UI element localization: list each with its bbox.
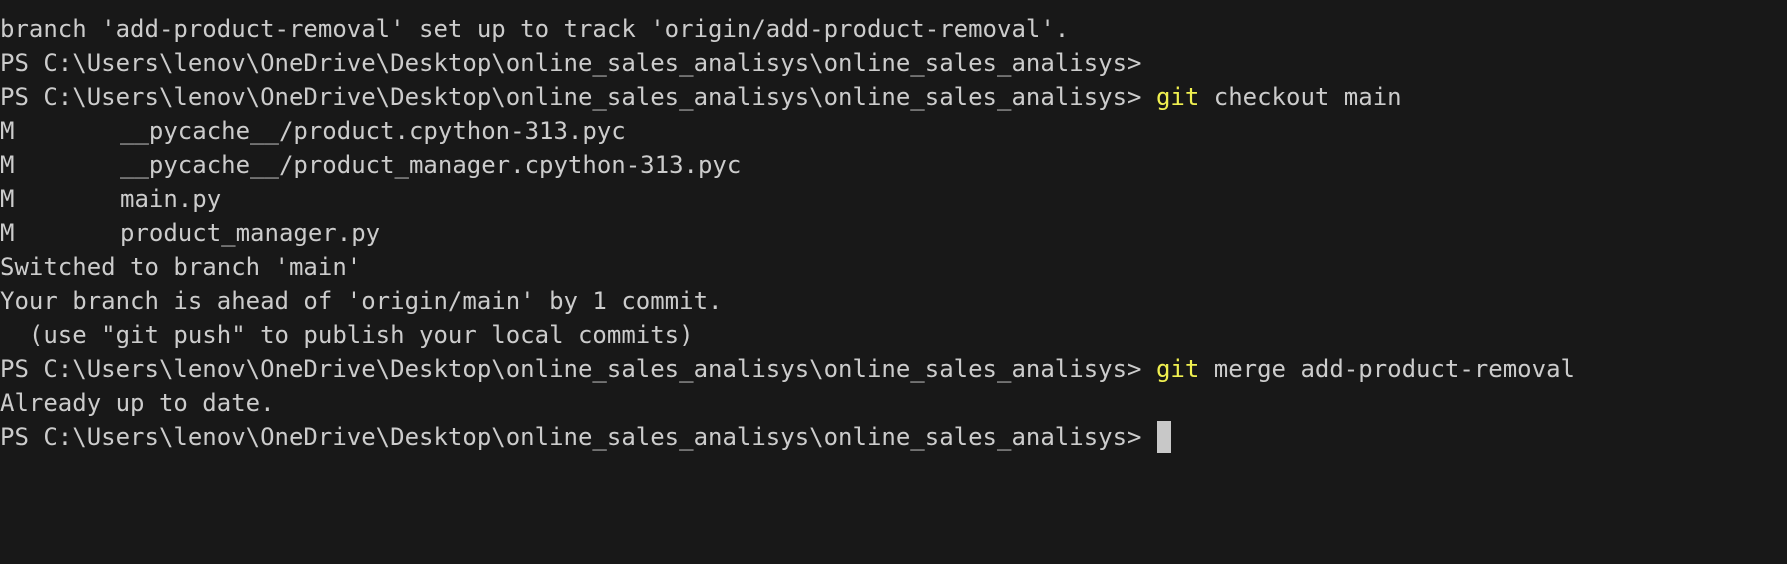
output-line: (use "git push" to publish your local co… — [0, 318, 1787, 352]
status-code: M — [0, 117, 15, 145]
prompt-path: PS C:\Users\lenov\OneDrive\Desktop\onlin… — [0, 83, 1156, 111]
output-line: branch 'add-product-removal' set up to t… — [0, 12, 1787, 46]
merge-result: Already up to date. — [0, 389, 275, 417]
command-keyword: git — [1155, 355, 1200, 383]
command-line: PS C:\Users\lenov\OneDrive\Desktop\onlin… — [0, 352, 1787, 386]
status-code: M — [0, 151, 15, 179]
ahead-message: Your branch is ahead of 'origin/main' by… — [0, 287, 723, 315]
active-prompt-line[interactable]: PS C:\Users\lenov\OneDrive\Desktop\onlin… — [0, 420, 1787, 454]
output-line: Your branch is ahead of 'origin/main' by… — [0, 284, 1787, 318]
switched-message: Switched to branch 'main' — [0, 253, 362, 281]
status-code: M — [0, 219, 15, 247]
command-args: merge add-product-removal — [1199, 355, 1575, 383]
prompt-path: PS C:\Users\lenov\OneDrive\Desktop\onlin… — [0, 49, 1156, 77]
prompt-path: PS C:\Users\lenov\OneDrive\Desktop\onlin… — [0, 355, 1156, 383]
tracking-message: branch 'add-product-removal' set up to t… — [0, 15, 1070, 43]
command-keyword: git — [1155, 83, 1200, 111]
output-line: Switched to branch 'main' — [0, 250, 1787, 284]
status-file-path: __pycache__/product_manager.cpython-313.… — [120, 151, 742, 179]
terminal-window[interactable]: branch 'add-product-removal' set up to t… — [0, 0, 1787, 564]
status-file-path: product_manager.py — [120, 219, 381, 247]
command-line: PS C:\Users\lenov\OneDrive\Desktop\onlin… — [0, 80, 1787, 114]
prompt-path: PS C:\Users\lenov\OneDrive\Desktop\onlin… — [0, 423, 1156, 451]
status-file-line: M product_manager.py — [0, 216, 1787, 250]
status-file-line: M __pycache__/product.cpython-313.pyc — [0, 114, 1787, 148]
status-file-path: main.py — [120, 185, 222, 213]
text-cursor[interactable] — [1156, 421, 1171, 453]
status-code: M — [0, 185, 15, 213]
output-line: Already up to date. — [0, 386, 1787, 420]
status-file-line: M main.py — [0, 182, 1787, 216]
command-args: checkout main — [1199, 83, 1402, 111]
status-file-path: __pycache__/product.cpython-313.pyc — [120, 117, 626, 145]
status-file-line: M __pycache__/product_manager.cpython-31… — [0, 148, 1787, 182]
push-hint: (use "git push" to publish your local co… — [0, 321, 694, 349]
prompt-line: PS C:\Users\lenov\OneDrive\Desktop\onlin… — [0, 46, 1787, 80]
